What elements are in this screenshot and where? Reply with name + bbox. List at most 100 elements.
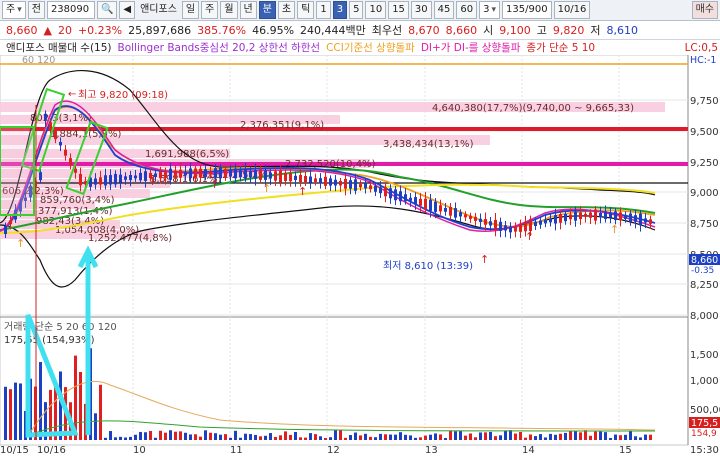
period-year-button[interactable]: 년: [239, 1, 257, 19]
candle-body: [599, 212, 602, 218]
interval-30-button[interactable]: 30: [410, 1, 432, 19]
candle-body: [329, 178, 332, 186]
candle-body: [339, 180, 342, 186]
candle-body: [279, 170, 282, 183]
candle-body: [354, 179, 357, 191]
vp-label: 2,376,351(9,1%): [240, 120, 324, 131]
candle-body: [559, 214, 562, 223]
volume-bar: [184, 432, 187, 440]
volume-bar: [339, 430, 342, 440]
interval-15-button[interactable]: 15: [388, 1, 409, 19]
hoga-label: 최우선: [371, 24, 403, 37]
volume-bar: [564, 432, 567, 440]
price-value: 8,660: [6, 23, 38, 37]
period-tick-button[interactable]: 틱: [297, 1, 315, 19]
market-select[interactable]: 주: [2, 1, 26, 19]
interval-1-button[interactable]: 1: [316, 1, 331, 19]
volume-bar: [424, 435, 427, 440]
legend-bollinger[interactable]: Bollinger Bands중심선 20,2 상한선 하한선: [118, 40, 321, 55]
volume-bar: [544, 437, 547, 440]
candle-body: [104, 175, 107, 186]
candle-body: [144, 171, 147, 181]
interval-45-button[interactable]: 45: [433, 1, 455, 19]
volume-bar: [284, 431, 287, 440]
ask-value: 8,670: [408, 23, 440, 37]
candle-body: [324, 176, 327, 186]
period-day-button[interactable]: 일: [181, 1, 200, 19]
candle-body: [294, 175, 297, 181]
volume-bar: [384, 434, 387, 440]
volume-bar: [19, 383, 22, 440]
candle-body: [454, 208, 457, 218]
period-minute-button[interactable]: 분: [258, 1, 276, 19]
interval-3-button[interactable]: 3: [332, 1, 348, 19]
low-label: 저: [590, 24, 601, 37]
price-axis: 9,750 9,500 9,250 9,000 8,750 8,500 8,25…: [690, 96, 719, 322]
svg-text:1,000: 1,000: [690, 376, 719, 387]
volume-bar: [474, 437, 477, 440]
stock-code-input[interactable]: 238090: [46, 1, 95, 19]
volume-bar: [439, 434, 442, 440]
volume-bar: [324, 437, 327, 440]
interval-10-button[interactable]: 10: [365, 1, 387, 19]
candle-body: [304, 175, 307, 183]
volume-bar: [179, 431, 182, 440]
volume-bar: [114, 437, 117, 440]
search-icon[interactable]: 🔍: [96, 1, 118, 19]
period-week-button[interactable]: 주: [201, 1, 219, 19]
volume-bar: [304, 437, 307, 440]
volume-bar: [519, 431, 522, 440]
volume-bar: [649, 434, 652, 440]
candle-body: [579, 212, 582, 220]
market-type-button[interactable]: 전: [27, 1, 45, 19]
legend-cci[interactable]: CCI기준선 상향돌파: [326, 40, 415, 55]
volume-bar: [589, 435, 592, 440]
buy-button[interactable]: 매수: [691, 1, 718, 19]
volume-bar: [279, 435, 282, 440]
candle-body: [344, 178, 347, 189]
candle-body: [554, 215, 557, 224]
period-month-button[interactable]: 월: [220, 1, 238, 19]
svg-text:12: 12: [327, 445, 340, 456]
hc-label: HC:-1: [690, 55, 716, 66]
svg-text:↑: ↑: [525, 230, 534, 243]
interval-60-button[interactable]: 60: [456, 1, 478, 19]
count-display[interactable]: 135/900: [502, 1, 552, 19]
price-chart[interactable]: 4,640,380(17,7%)(9,740,00 ~ 9,665,33) 2,…: [0, 55, 720, 456]
candle-body: [509, 226, 512, 233]
volume-bar: [254, 434, 257, 440]
interval-select[interactable]: 3: [479, 1, 501, 19]
prev-icon[interactable]: ◀: [119, 1, 136, 19]
candle-body: [534, 221, 537, 226]
volume-bar: [239, 437, 242, 440]
candle-body: [489, 221, 492, 226]
legend-dmi[interactable]: DI+가 DI-를 상향돌파: [421, 40, 521, 55]
volume-bar: [569, 431, 572, 440]
volume-bar: [584, 430, 587, 440]
period-second-button[interactable]: 초: [277, 1, 296, 19]
candle-body: [109, 175, 112, 185]
candle-body: [114, 173, 117, 185]
legend-name[interactable]: 앤디포스 매물대 수(15): [6, 40, 112, 55]
candle-body: [194, 168, 197, 178]
candle-body: [259, 169, 262, 180]
bid-value: 8,660: [445, 23, 478, 37]
volume-current-label: 175,5: [691, 418, 718, 429]
volume-bar: [534, 436, 537, 440]
volume-bar: [39, 362, 42, 440]
date-field[interactable]: 10/16: [553, 1, 591, 19]
candle-body: [174, 170, 177, 178]
legend-ma[interactable]: 종가 단순 5 10: [526, 40, 595, 55]
volume-bar: [319, 436, 322, 440]
candle-body: [474, 216, 477, 221]
interval-5-button[interactable]: 5: [349, 1, 364, 19]
volume-bar: [484, 432, 487, 440]
candle-body: [239, 170, 242, 177]
svg-text:↑: ↑: [298, 185, 307, 198]
volume-bar: [514, 433, 517, 440]
candle-body: [299, 174, 302, 182]
svg-text:9,000: 9,000: [690, 188, 719, 199]
candle-body: [419, 198, 422, 206]
candle-body: [319, 178, 322, 184]
candle-body: [204, 169, 207, 177]
